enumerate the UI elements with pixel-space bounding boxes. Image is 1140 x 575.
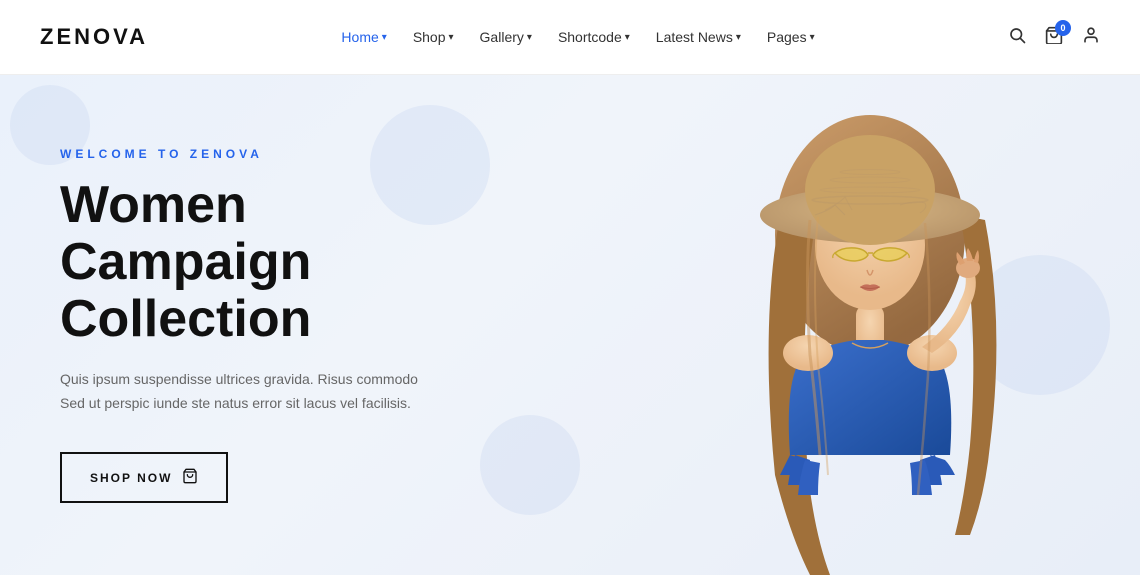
chevron-down-icon: ▾ (625, 32, 630, 43)
header-actions: 0 (1008, 26, 1100, 49)
main-nav: Home ▾ Shop ▾ Gallery ▾ Shortcode ▾ Late… (331, 23, 824, 51)
chevron-down-icon: ▾ (736, 32, 741, 43)
fashion-illustration (660, 75, 1080, 575)
hero-section: WELCOME TO ZENOVA Women Campaign Collect… (0, 75, 1140, 575)
header: ZENOVA Home ▾ Shop ▾ Gallery ▾ Shortcode… (0, 0, 1140, 75)
shopping-bag-icon (182, 468, 198, 487)
brand-logo[interactable]: ZENOVA (40, 24, 148, 50)
nav-item-shop[interactable]: Shop ▾ (403, 23, 464, 51)
chevron-down-icon: ▾ (810, 32, 815, 43)
user-icon[interactable] (1082, 26, 1100, 49)
search-icon[interactable] (1008, 26, 1026, 49)
nav-item-gallery[interactable]: Gallery ▾ (470, 23, 542, 51)
hero-content: WELCOME TO ZENOVA Women Campaign Collect… (0, 147, 480, 503)
nav-item-latest-news[interactable]: Latest News ▾ (646, 23, 751, 51)
cart-badge: 0 (1055, 20, 1071, 36)
hero-image (520, 75, 1140, 575)
chevron-down-icon: ▾ (527, 32, 532, 43)
chevron-down-icon: ▾ (382, 32, 387, 43)
nav-item-home[interactable]: Home ▾ (331, 23, 396, 51)
nav-item-pages[interactable]: Pages ▾ (757, 23, 825, 51)
hero-description: Quis ipsum suspendisse ultrices gravida.… (60, 368, 420, 416)
chevron-down-icon: ▾ (449, 32, 454, 43)
cart-icon[interactable]: 0 (1044, 26, 1064, 49)
hero-subtitle: WELCOME TO ZENOVA (60, 147, 480, 161)
shop-now-button[interactable]: SHOP NOW (60, 452, 228, 503)
nav-item-shortcode[interactable]: Shortcode ▾ (548, 23, 640, 51)
hero-title: Women Campaign Collection (60, 177, 480, 349)
